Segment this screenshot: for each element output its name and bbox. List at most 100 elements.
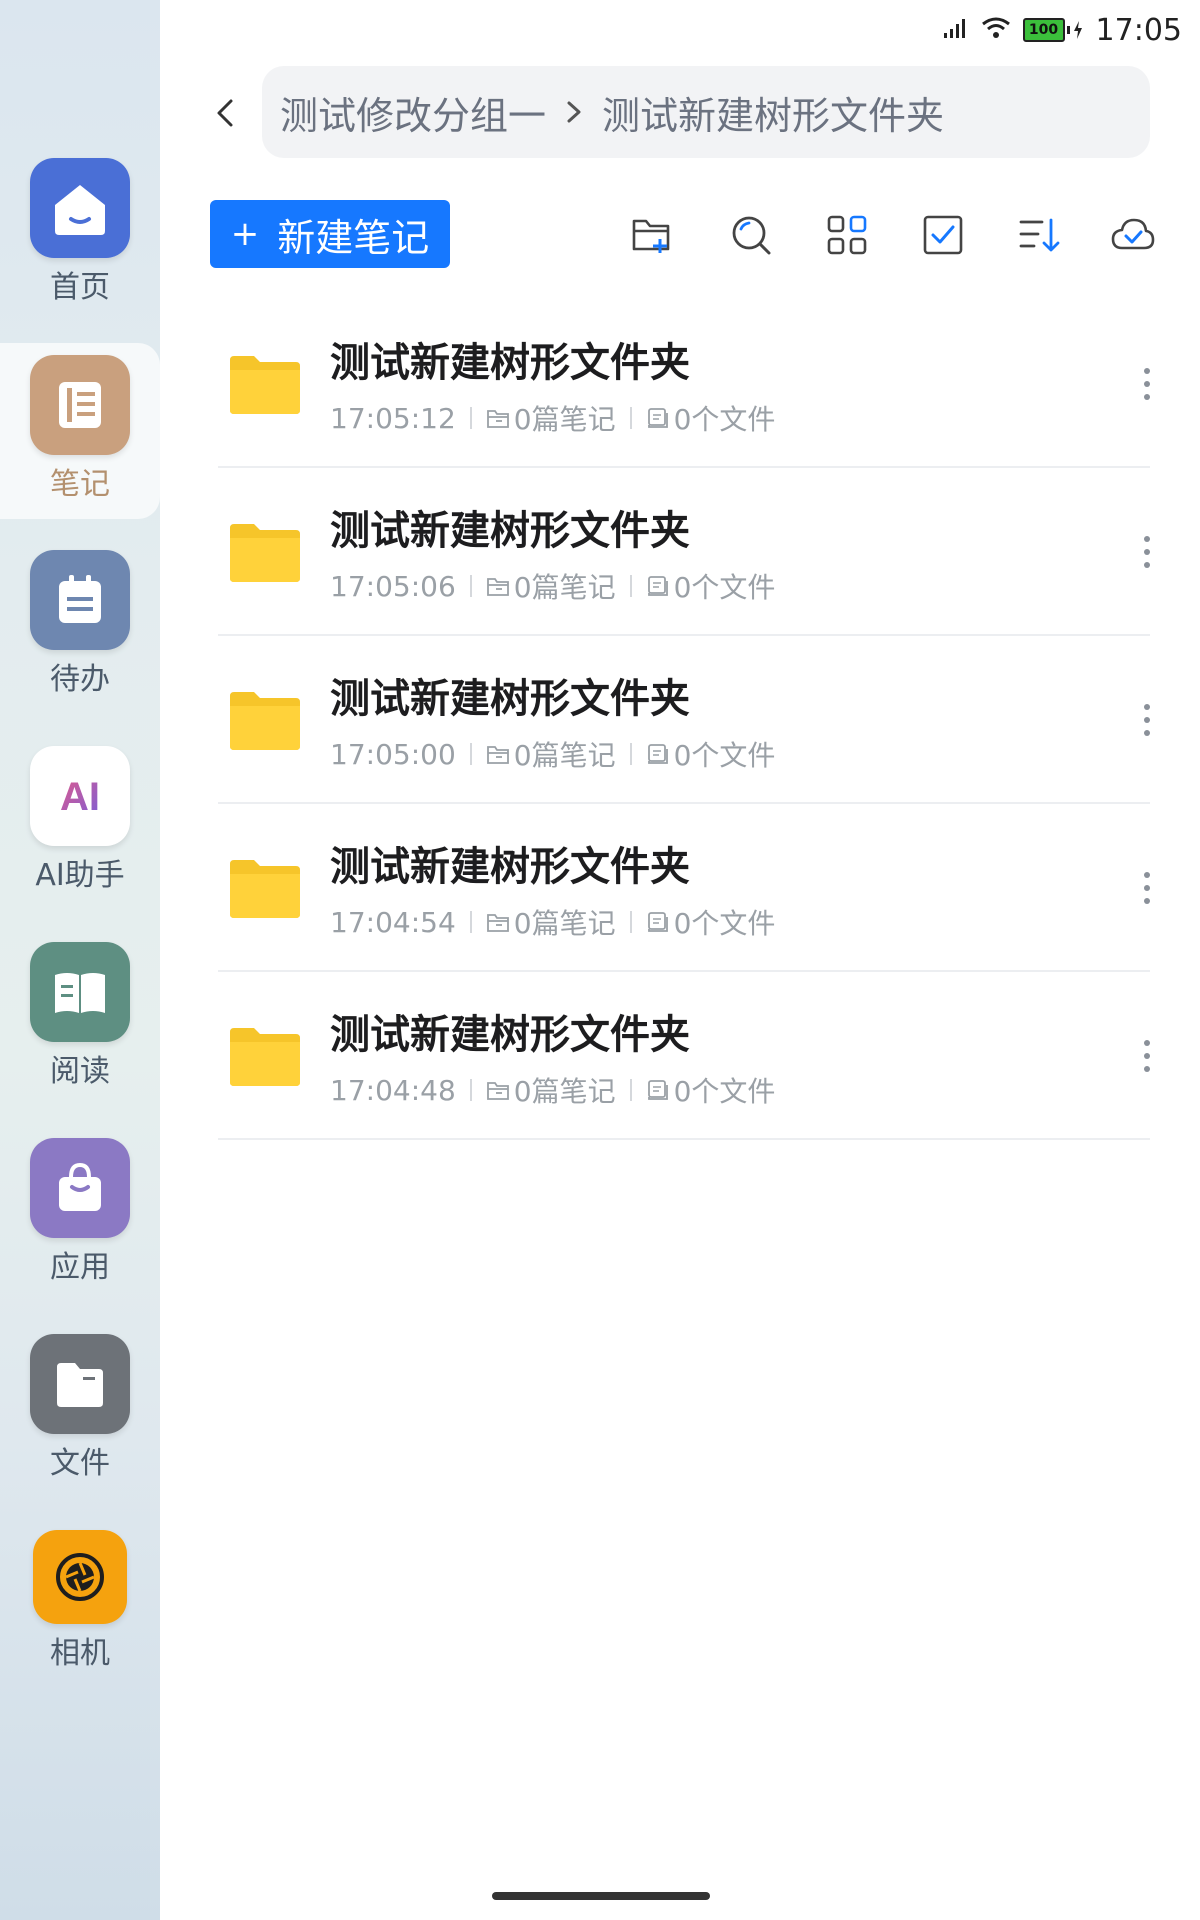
folder-name: 测试新建树形文件夹 [330, 844, 690, 890]
list-item[interactable]: 测试新建树形文件夹 17:04:48 0篇笔记 0个文件 [218, 972, 1150, 1140]
notes-count-icon [486, 1079, 510, 1101]
sort-icon [1019, 218, 1060, 252]
sidebar-item-reading[interactable]: 阅读 [0, 942, 160, 1138]
folder-icon [230, 524, 300, 582]
more-dot [1144, 562, 1150, 568]
more-dot [1144, 885, 1150, 891]
files-count: 0个文件 [673, 907, 776, 940]
more-options-button[interactable] [1132, 354, 1162, 414]
notebook-icon [30, 355, 130, 455]
folder-name: 测试新建树形文件夹 [330, 1012, 690, 1058]
sidebar-item-home[interactable]: 首页 [0, 158, 160, 354]
notes-count-icon [486, 911, 510, 933]
folder-time: 17:04:54 [330, 905, 456, 939]
search-icon [732, 216, 771, 255]
bag-icon [30, 1138, 130, 1238]
book-icon [30, 942, 130, 1042]
files-count-icon [646, 911, 670, 933]
files-count-icon [646, 1079, 670, 1101]
back-button[interactable] [200, 88, 250, 138]
files-count-icon [646, 407, 670, 429]
charging-icon [1073, 21, 1082, 39]
sync-button[interactable] [1108, 210, 1158, 260]
cloud-check-icon [1111, 218, 1155, 250]
breadcrumb-current: 测试新建树形文件夹 [602, 93, 945, 138]
more-dot [1144, 730, 1150, 736]
more-options-button[interactable] [1132, 690, 1162, 750]
divider [629, 1079, 632, 1101]
more-dot [1144, 549, 1150, 555]
sidebar-item-label: 应用 [50, 1250, 110, 1285]
camera-icon [33, 1530, 127, 1624]
more-options-button[interactable] [1132, 522, 1162, 582]
sidebar-item-label: 文件 [50, 1446, 110, 1481]
divider [469, 575, 472, 597]
grid-view-button[interactable] [822, 210, 872, 260]
sort-button[interactable] [1014, 210, 1064, 260]
list-item[interactable]: 测试新建树形文件夹 17:04:54 0篇笔记 0个文件 [218, 804, 1150, 972]
checkbox-icon [923, 215, 963, 255]
sidebar-item-todo[interactable]: 待办 [0, 550, 160, 746]
divider [469, 407, 472, 429]
folder-meta: 17:04:48 0篇笔记 0个文件 [330, 1070, 775, 1110]
sidebar-item-files[interactable]: 文件 [0, 1334, 160, 1530]
folder-name: 测试新建树形文件夹 [330, 676, 690, 722]
divider [469, 743, 472, 765]
more-vertical-icon [1144, 368, 1150, 374]
folder-icon [230, 860, 300, 918]
home-indicator[interactable] [492, 1892, 710, 1900]
more-vertical-icon [1144, 704, 1150, 710]
list-item[interactable]: 测试新建树形文件夹 17:05:00 0篇笔记 0个文件 [218, 636, 1150, 804]
files-count-icon [646, 743, 670, 765]
search-button[interactable] [726, 210, 776, 260]
more-options-button[interactable] [1132, 1026, 1162, 1086]
folder-time: 17:05:00 [330, 737, 456, 771]
home-icon [30, 158, 130, 258]
sidebar-item-label: 首页 [50, 270, 110, 305]
more-options-button[interactable] [1132, 858, 1162, 918]
list-item[interactable]: 测试新建树形文件夹 17:05:06 0篇笔记 0个文件 [218, 468, 1150, 636]
new-folder-button[interactable] [627, 210, 677, 260]
sidebar-item-label: 笔记 [50, 467, 110, 502]
notes-count: 0篇笔记 [513, 571, 616, 604]
battery-icon: 100 [1022, 18, 1084, 42]
sidebar-item-apps[interactable]: 应用 [0, 1138, 160, 1334]
folder-meta: 17:05:00 0篇笔记 0个文件 [330, 734, 775, 774]
new-note-label: 新建笔记 [277, 215, 430, 260]
multi-select-button[interactable] [918, 210, 968, 260]
folder-time: 17:04:48 [330, 1073, 456, 1107]
plus-icon: + [230, 214, 260, 254]
notes-count: 0篇笔记 [513, 1075, 616, 1108]
divider [629, 743, 632, 765]
new-note-button[interactable]: + 新建笔记 [210, 200, 450, 268]
sidebar-item-label: AI助手 [35, 858, 125, 893]
notes-count-icon [486, 575, 510, 597]
sidebar-item-ai[interactable]: AI AI助手 [0, 746, 160, 942]
notes-count: 0篇笔记 [513, 739, 616, 772]
folder-icon [230, 1028, 300, 1086]
sidebar-item-notes[interactable]: 笔记 [0, 355, 160, 551]
folder-list: 测试新建树形文件夹 17:05:12 0篇笔记 0个文件 测试新建树形文件夹 1… [210, 300, 1170, 1140]
divider [469, 1079, 472, 1101]
more-vertical-icon [1144, 872, 1150, 878]
sidebar-item-camera[interactable]: 相机 [0, 1530, 160, 1726]
notes-count-icon [486, 743, 510, 765]
list-item[interactable]: 测试新建树形文件夹 17:05:12 0篇笔记 0个文件 [218, 300, 1150, 468]
grid-icon [827, 215, 867, 255]
divider [629, 911, 632, 933]
battery-level: 100 [1022, 18, 1065, 42]
more-dot [1144, 381, 1150, 387]
chevron-right-icon [564, 97, 584, 127]
more-dot [1144, 394, 1150, 400]
folder-icon [230, 692, 300, 750]
sidebar-item-label: 待办 [50, 662, 110, 697]
status-time: 17:05 [1095, 12, 1182, 48]
more-dot [1144, 717, 1150, 723]
folder-meta: 17:05:06 0篇笔记 0个文件 [330, 566, 775, 606]
notes-count: 0篇笔记 [513, 907, 616, 940]
notes-count-icon [486, 407, 510, 429]
breadcrumb-parent[interactable]: 测试修改分组一 [280, 85, 546, 140]
status-bar: 100 17:05 [943, 10, 1182, 50]
more-dot [1144, 898, 1150, 904]
svg-text:AI: AI [60, 775, 100, 819]
